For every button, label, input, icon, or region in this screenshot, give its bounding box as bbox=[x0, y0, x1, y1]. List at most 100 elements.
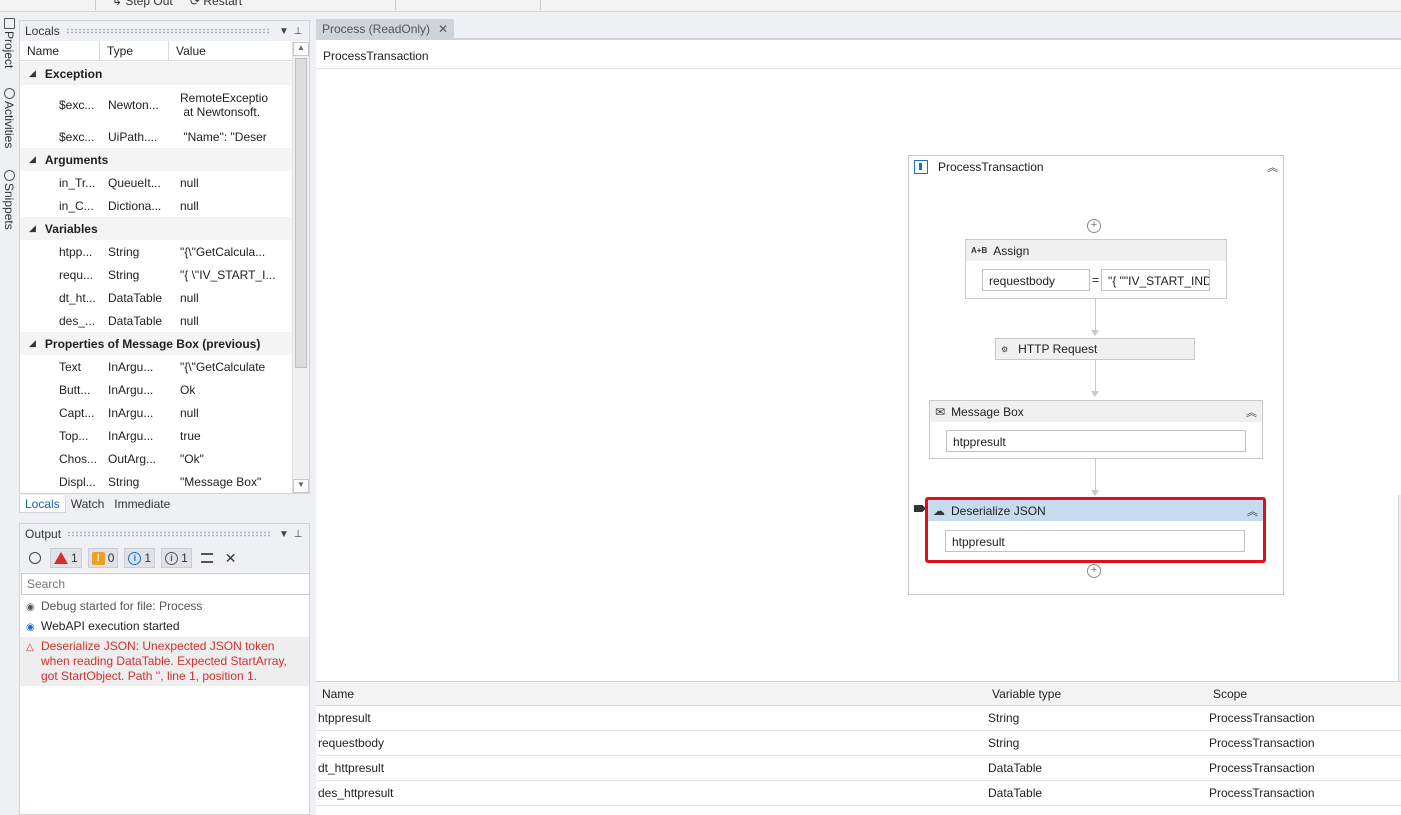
assign-to-field[interactable]: requestbody bbox=[982, 269, 1090, 291]
scrollbar-thumb[interactable] bbox=[295, 58, 307, 368]
close-icon: ✕ bbox=[224, 549, 237, 566]
errors-filter[interactable]: 1 bbox=[50, 548, 82, 568]
list-item[interactable]: htpp... String "{\"GetCalcula... bbox=[20, 240, 293, 263]
local-name: in_Tr... bbox=[59, 175, 96, 190]
restart-button[interactable]: ⟳ Restart bbox=[190, 0, 242, 8]
list-item[interactable]: des_... DataTable null bbox=[20, 309, 293, 332]
breadcrumb[interactable]: ProcessTransaction bbox=[316, 40, 1401, 69]
collapse-triangle-icon[interactable]: ◢ bbox=[29, 223, 36, 234]
message-box-text-field[interactable]: htppresult bbox=[946, 430, 1246, 452]
list-item[interactable]: Butt... InArgu... Ok bbox=[20, 378, 293, 401]
message-box-activity[interactable]: ✉ Message Box ︽ htppresult bbox=[929, 400, 1263, 459]
connector bbox=[1095, 360, 1096, 393]
tab-locals[interactable]: Locals bbox=[19, 495, 66, 513]
add-activity-icon[interactable]: + bbox=[1087, 564, 1101, 578]
filter-button[interactable] bbox=[198, 548, 216, 568]
pin-icon[interactable]: ⊥ bbox=[291, 26, 305, 37]
close-icon[interactable]: ✕ bbox=[438, 22, 448, 40]
table-row[interactable]: requestbody String ProcessTransaction bbox=[316, 731, 1401, 756]
local-type: DataTable bbox=[108, 313, 163, 328]
local-type: InArgu... bbox=[108, 359, 154, 374]
http-request-activity[interactable]: ⚙ HTTP Request bbox=[995, 338, 1195, 360]
deserialize-json-input-field[interactable]: htppresult bbox=[945, 530, 1245, 552]
side-tab-project[interactable]: Project bbox=[0, 16, 18, 68]
chevron-down-icon[interactable]: ▼ bbox=[277, 26, 291, 37]
sequence-title: ProcessTransaction bbox=[938, 160, 1044, 174]
column-name[interactable]: Name bbox=[20, 41, 100, 60]
group-exception[interactable]: ◢ Exception bbox=[20, 62, 293, 85]
list-item[interactable]: Text InArgu... "{\"GetCalculate bbox=[20, 355, 293, 378]
local-value: "{ \"IV_START_I... bbox=[180, 267, 276, 282]
list-item[interactable]: dt_ht... DataTable null bbox=[20, 286, 293, 309]
list-item[interactable]: Capt... InArgu... null bbox=[20, 401, 293, 424]
collapse-triangle-icon[interactable]: ◢ bbox=[29, 338, 36, 349]
group-properties[interactable]: ◢ Properties of Message Box (previous) bbox=[20, 332, 293, 355]
add-activity-icon[interactable]: + bbox=[1087, 219, 1101, 233]
column-scope[interactable]: Scope bbox=[1207, 687, 1401, 705]
list-item[interactable]: in_Tr... QueueIt... null bbox=[20, 171, 293, 194]
collapse-triangle-icon[interactable]: ◢ bbox=[29, 154, 36, 165]
group-arguments[interactable]: ◢ Arguments bbox=[20, 148, 293, 171]
error-icon bbox=[54, 552, 68, 564]
column-name[interactable]: Name bbox=[316, 687, 986, 705]
local-value: "{\"GetCalcula... bbox=[180, 244, 266, 259]
list-item[interactable]: Top... InArgu... true bbox=[20, 424, 293, 447]
column-value[interactable]: Value bbox=[169, 41, 293, 60]
pin-icon[interactable]: ⊥ bbox=[291, 529, 305, 540]
log-line-info[interactable]: ◉ WebAPI execution started bbox=[20, 617, 309, 637]
message-box-header[interactable]: ✉ Message Box ︽ bbox=[930, 401, 1262, 422]
panel-grip[interactable] bbox=[65, 28, 271, 34]
trace-icon: i bbox=[165, 551, 179, 565]
assign-header[interactable]: A+B Assign bbox=[966, 240, 1226, 261]
group-variables[interactable]: ◢ Variables bbox=[20, 217, 293, 240]
assign-icon: A+B bbox=[971, 246, 988, 255]
output-search-input[interactable] bbox=[21, 573, 310, 595]
locals-scrollbar[interactable]: ▲ ▼ bbox=[292, 42, 309, 493]
http-request-header[interactable]: ⚙ HTTP Request bbox=[996, 339, 1194, 359]
collapse-icon[interactable]: ︽ bbox=[1246, 404, 1257, 420]
column-type[interactable]: Type bbox=[100, 41, 169, 60]
list-item[interactable]: in_C... Dictiona... null bbox=[20, 194, 293, 217]
collapse-triangle-icon[interactable]: ◢ bbox=[29, 68, 36, 79]
assign-equals: = bbox=[1092, 273, 1100, 287]
local-name: htpp... bbox=[59, 244, 93, 259]
collapse-icon[interactable]: ︽ bbox=[1267, 159, 1278, 175]
list-item[interactable]: Chos... OutArg... "Ok" bbox=[20, 447, 293, 470]
side-tab-activities[interactable]: Activities bbox=[0, 86, 18, 148]
timestamp-toggle[interactable] bbox=[26, 548, 44, 568]
log-line-trace[interactable]: ◉ Debug started for file: Process bbox=[20, 597, 309, 617]
list-item[interactable]: $exc... UiPath.... "Name": "Deser bbox=[20, 125, 293, 148]
table-row[interactable]: htppresult String ProcessTransaction bbox=[316, 706, 1401, 731]
assign-value-field[interactable]: "{ ""IV_START_INDI bbox=[1101, 269, 1210, 291]
panel-grip[interactable] bbox=[67, 531, 271, 537]
tab-process[interactable]: Process (ReadOnly) ✕ bbox=[316, 19, 455, 40]
deserialize-json-header[interactable]: ☁ Deserialize JSON ︽ bbox=[928, 500, 1263, 521]
table-row[interactable]: des_httpresult DataTable ProcessTransact… bbox=[316, 781, 1401, 806]
column-variable-type[interactable]: Variable type bbox=[986, 687, 1207, 705]
info-filter[interactable]: i1 bbox=[124, 548, 156, 568]
list-item[interactable]: requ... String "{ \"IV_START_I... bbox=[20, 263, 293, 286]
local-value: "Message Box" bbox=[180, 474, 262, 489]
side-tab-snippets[interactable]: Snippets bbox=[0, 168, 18, 230]
tab-watch[interactable]: Watch bbox=[66, 495, 110, 513]
local-type: OutArg... bbox=[108, 451, 157, 466]
collapse-icon[interactable]: ︽ bbox=[1247, 503, 1258, 519]
clear-button[interactable]: ✕ bbox=[222, 548, 240, 568]
table-row[interactable]: dt_httpresult DataTable ProcessTransacti… bbox=[316, 756, 1401, 781]
tab-immediate[interactable]: Immediate bbox=[109, 495, 175, 513]
list-item[interactable]: Displ... String "Message Box" bbox=[20, 470, 293, 493]
warnings-filter[interactable]: ! 0 bbox=[87, 548, 119, 568]
assign-activity[interactable]: A+B Assign requestbody = "{ ""IV_START_I… bbox=[965, 239, 1227, 299]
scroll-up-icon[interactable]: ▲ bbox=[293, 42, 309, 56]
cloud-icon: ☁ bbox=[933, 503, 945, 518]
sequence-header[interactable]: ProcessTransaction ︽ bbox=[909, 156, 1283, 178]
list-item[interactable]: $exc... Newton... RemoteExceptio at Newt… bbox=[20, 85, 293, 125]
deserialize-json-activity[interactable]: ☁ Deserialize JSON ︽ htppresult bbox=[925, 497, 1266, 563]
log-line-error[interactable]: △ Deserialize JSON: Unexpected JSON toke… bbox=[20, 637, 309, 686]
chevron-down-icon[interactable]: ▼ bbox=[277, 529, 291, 540]
local-type: UiPath.... bbox=[108, 129, 158, 144]
step-out-button[interactable]: ↳ Step Out bbox=[112, 0, 173, 8]
trace-filter[interactable]: i1 bbox=[161, 548, 192, 568]
scroll-down-icon[interactable]: ▼ bbox=[293, 479, 309, 493]
workflow-designer[interactable]: ProcessTransaction ProcessTransaction ︽ … bbox=[316, 40, 1401, 681]
